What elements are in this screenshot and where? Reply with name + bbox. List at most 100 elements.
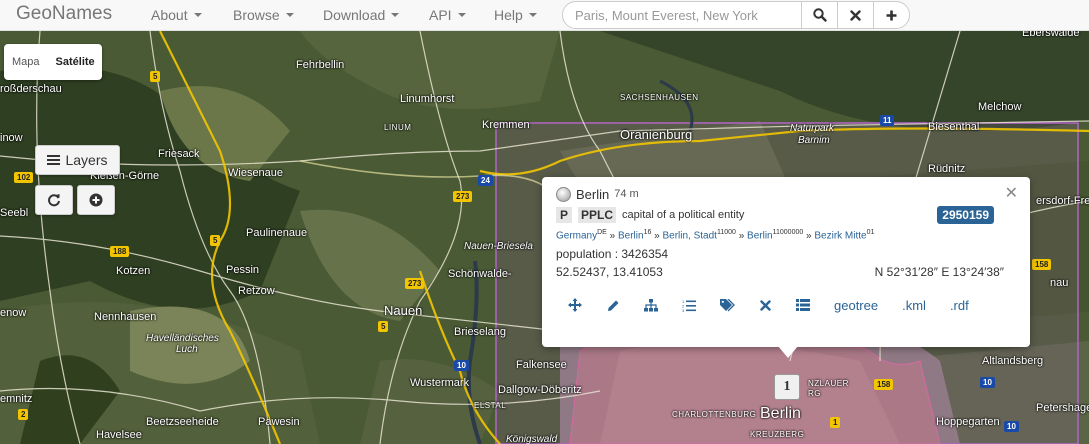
layer-option-satelite[interactable]: Satélite bbox=[48, 56, 103, 68]
map-label-paulinenaue: Paulinenaue bbox=[246, 227, 308, 239]
map-label-biesenthal: Biesenthal bbox=[928, 121, 980, 133]
tags-button[interactable] bbox=[708, 295, 746, 315]
hierarchy-code: DE bbox=[597, 229, 607, 236]
map-label-luch: Luch bbox=[176, 344, 198, 355]
hierarchy-link-country[interactable]: Germany bbox=[556, 230, 597, 241]
numbered-list-button[interactable]: 123 bbox=[670, 295, 708, 315]
place-name: Berlin bbox=[576, 186, 610, 202]
road-shield: 11 bbox=[880, 115, 895, 126]
close-icon bbox=[759, 300, 771, 311]
map-label-melchow: Melchow bbox=[978, 101, 1022, 113]
map-label-ruednitz: Rüdnitz bbox=[928, 163, 966, 175]
hierarchy-code: 01 bbox=[866, 229, 875, 236]
caret-down-icon bbox=[391, 13, 400, 17]
table-list-button[interactable] bbox=[784, 295, 822, 315]
map-label-linumhorst: Linumhorst bbox=[400, 93, 455, 105]
hierarchy-link-adm2[interactable]: Berlin, Stadt bbox=[662, 230, 716, 241]
search-icon bbox=[812, 8, 827, 22]
caret-down-icon bbox=[285, 13, 294, 17]
road-shield: 273 bbox=[405, 278, 425, 289]
hierarchy-button[interactable] bbox=[632, 295, 670, 315]
menu-api[interactable]: API bbox=[429, 7, 466, 23]
admin-hierarchy: GermanyDE » Berlin16 » Berlin, Stadt1100… bbox=[556, 229, 1016, 241]
map-label-friesack: Friesack bbox=[158, 148, 200, 160]
geonameid-badge[interactable]: 2950159 bbox=[937, 206, 994, 224]
layers-button[interactable]: Layers bbox=[35, 145, 120, 175]
menu-help[interactable]: Help bbox=[494, 7, 537, 23]
dms-coordinates: N 52°31′28″ E 13°24′38″ bbox=[874, 265, 1004, 280]
menu-about-label: About bbox=[151, 7, 188, 23]
road-shield: 273 bbox=[453, 191, 473, 202]
menu-download[interactable]: Download bbox=[323, 7, 400, 23]
map-label-petershagen: Petershage bbox=[1036, 402, 1089, 414]
hierarchy-link-adm3[interactable]: Berlin bbox=[747, 230, 773, 241]
hierarchy-code: 16 bbox=[643, 229, 652, 236]
close-icon bbox=[850, 9, 861, 21]
map-label-rg: RG bbox=[808, 389, 821, 398]
map-label-kreuzberg: KREUZBERG bbox=[750, 430, 805, 439]
map-label-nauen-briese: Nauen-Briesela bbox=[464, 241, 533, 252]
popup-actions: 123 geotree .kml .rdf bbox=[556, 295, 1016, 315]
add-layer-button[interactable] bbox=[77, 185, 115, 215]
map-label-wiesenaue: Wiesenaue bbox=[228, 167, 284, 179]
layers-button-label: Layers bbox=[65, 152, 108, 168]
road-shield: 24 bbox=[478, 175, 493, 186]
elevation: 74 m bbox=[614, 188, 639, 200]
brand-logo[interactable]: GeoNames bbox=[16, 3, 112, 25]
map-label-barnim: Barnim bbox=[798, 135, 830, 146]
map-marker-cluster[interactable]: 1 bbox=[774, 374, 800, 400]
list-ol-icon: 123 bbox=[682, 299, 696, 312]
map-label-falkensee: Falkensee bbox=[516, 359, 567, 371]
caret-down-icon bbox=[528, 13, 537, 17]
menu-browse[interactable]: Browse bbox=[233, 7, 294, 23]
search-input[interactable] bbox=[562, 1, 802, 29]
map-label-bersdorf: ersdorf-Fre bbox=[1036, 195, 1089, 207]
menu-api-label: API bbox=[429, 7, 452, 23]
place-popup: ✕ Berlin 74 m P PPLC capital of a politi… bbox=[542, 177, 1030, 358]
layer-option-mapa[interactable]: Mapa bbox=[4, 56, 48, 68]
breadcrumb-separator: » bbox=[609, 230, 616, 242]
decimal-coordinates: 52.52437, 13.41053 bbox=[556, 265, 663, 280]
add-button[interactable] bbox=[873, 1, 910, 29]
menu-about[interactable]: About bbox=[151, 7, 202, 23]
map-label-havelsee: Havelsee bbox=[96, 429, 142, 441]
map-label-fehrbellin: Fehrbellin bbox=[296, 59, 345, 71]
menu-help-label: Help bbox=[494, 7, 523, 23]
menu-browse-label: Browse bbox=[233, 7, 280, 23]
coordinates-row: 52.52437, 13.41053 N 52°31′28″ E 13°24′3… bbox=[556, 265, 1016, 279]
close-icon[interactable]: ✕ bbox=[1005, 183, 1018, 203]
search-button[interactable] bbox=[801, 1, 838, 29]
map-label-emnitz: emnitz bbox=[0, 393, 33, 405]
hierarchy-link-adm4[interactable]: Bezirk Mitte bbox=[814, 230, 866, 241]
th-list-icon bbox=[796, 299, 810, 312]
caret-down-icon bbox=[457, 13, 466, 17]
map-label-enow: enow bbox=[0, 307, 27, 319]
wikipedia-icon[interactable] bbox=[556, 186, 571, 202]
satellite-map[interactable]: Fehrbellin Linumhorst SACHSENHAUSEN Krem… bbox=[0, 31, 1089, 444]
map-label-berlin: Berlin bbox=[760, 405, 801, 422]
kml-link[interactable]: .kml bbox=[890, 295, 938, 315]
plus-icon bbox=[886, 10, 897, 20]
caret-down-icon bbox=[193, 13, 202, 17]
list-icon bbox=[47, 155, 61, 165]
road-shield: 158 bbox=[874, 379, 894, 390]
move-icon bbox=[568, 298, 582, 313]
clear-search-button[interactable] bbox=[837, 1, 874, 29]
map-label-eberswalde: Eberswalde bbox=[1022, 31, 1080, 39]
refresh-button[interactable] bbox=[35, 185, 73, 215]
geotree-link[interactable]: geotree bbox=[822, 295, 890, 315]
refresh-icon bbox=[48, 194, 60, 207]
move-button[interactable] bbox=[556, 295, 594, 315]
map-label-beetzsee: Beetzseeheide bbox=[146, 416, 219, 428]
base-layer-switcher: Mapa Satélite bbox=[4, 44, 102, 80]
delete-button[interactable] bbox=[746, 295, 784, 315]
map-label-havellaendisches: Havelländisches bbox=[146, 333, 219, 344]
hierarchy-link-adm1[interactable]: Berlin bbox=[618, 230, 644, 241]
map-label-kotzen: Kotzen bbox=[116, 265, 151, 277]
feature-description: capital of a political entity bbox=[622, 209, 745, 221]
rdf-link[interactable]: .rdf bbox=[938, 295, 981, 315]
breadcrumb-separator: » bbox=[654, 230, 660, 242]
map-label-lauer: NZLAUER bbox=[808, 379, 849, 388]
feature-code: PPLC bbox=[578, 207, 617, 223]
edit-button[interactable] bbox=[594, 295, 632, 315]
